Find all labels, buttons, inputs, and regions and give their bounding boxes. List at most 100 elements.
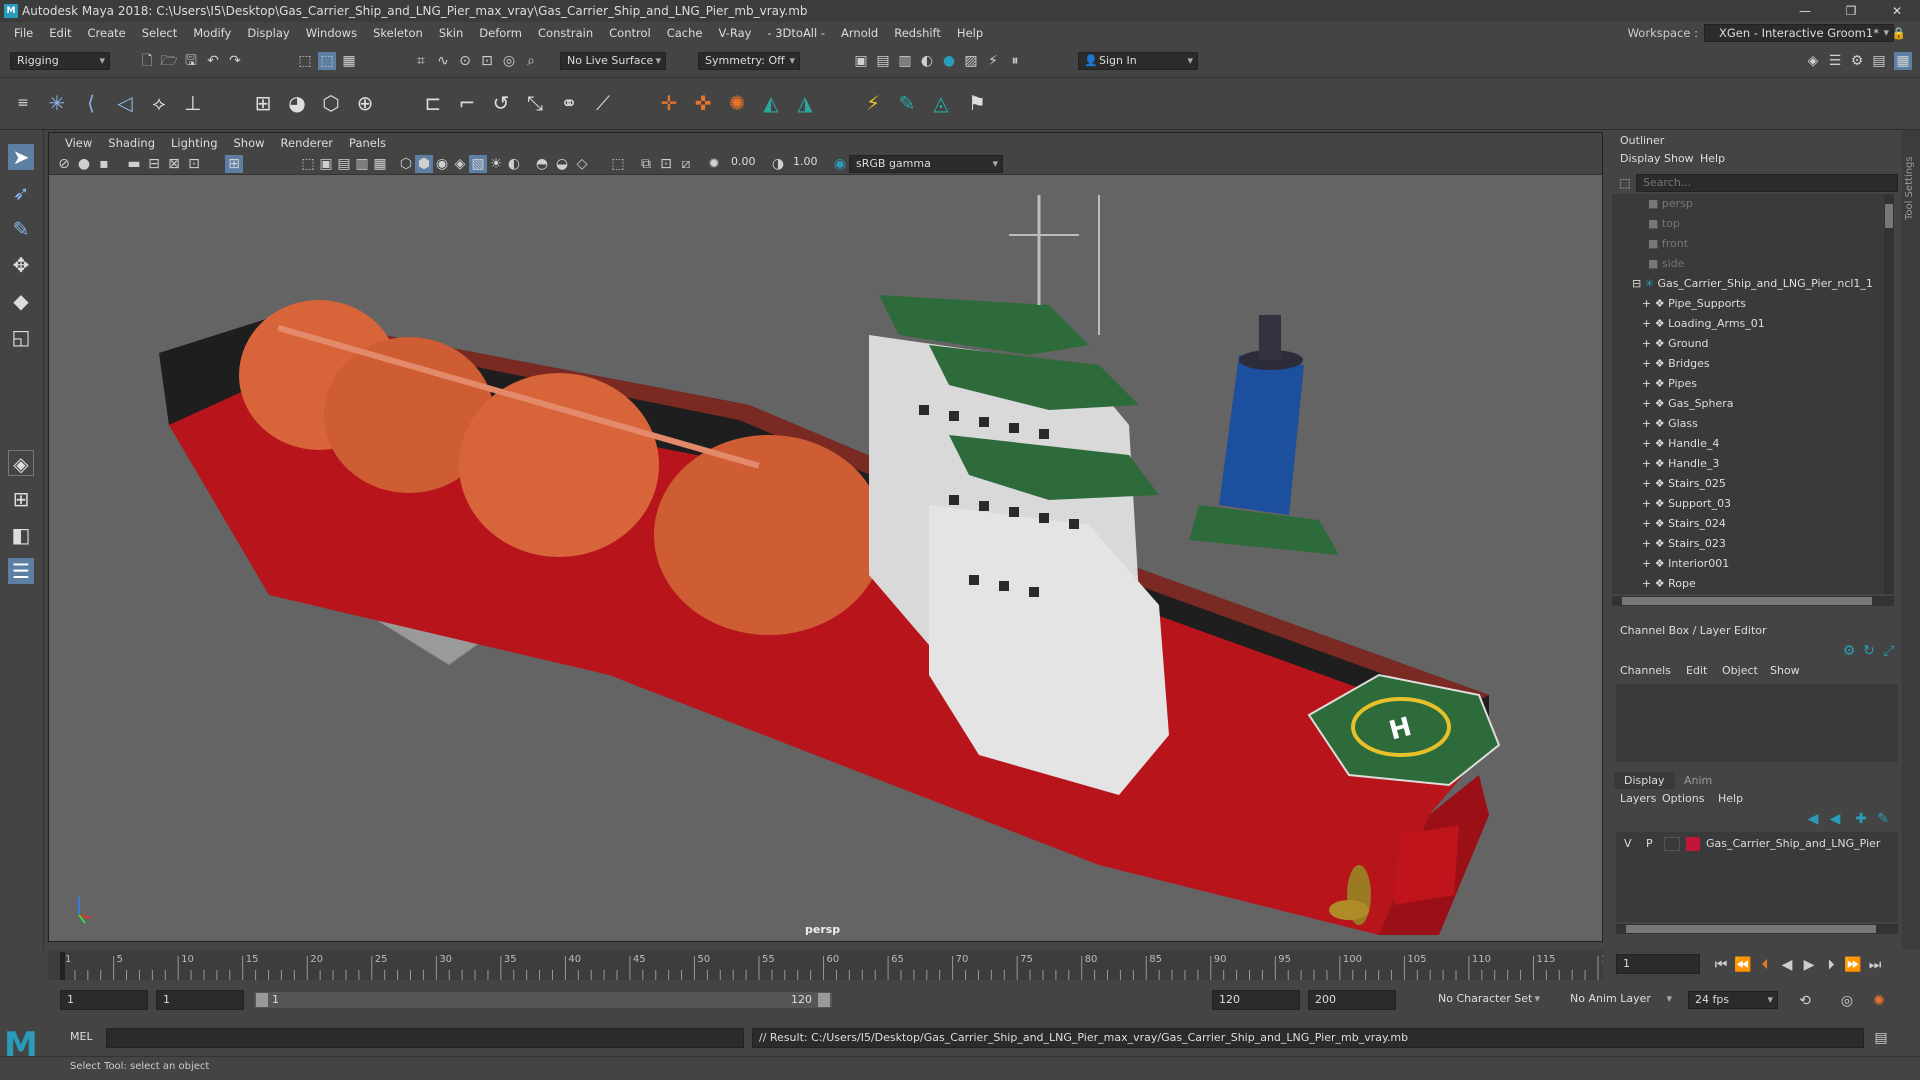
ambient-occlusion-icon[interactable]: ◐ xyxy=(505,155,523,173)
outliner-menu-display[interactable]: Display xyxy=(1620,152,1661,165)
outliner-menu-show[interactable]: Show xyxy=(1664,152,1694,165)
menu-display[interactable]: Display xyxy=(239,26,297,40)
move-layer-down-icon[interactable]: ◀ xyxy=(1826,810,1844,828)
live-surface-field[interactable]: No Live Surface xyxy=(560,52,666,70)
redo-icon[interactable]: ↷ xyxy=(226,52,244,70)
scale-constraint-icon[interactable]: ⤡ xyxy=(522,90,548,116)
outliner-item-child[interactable]: + ❖ Pipes xyxy=(1642,374,1697,394)
layer-reference-toggle[interactable] xyxy=(1664,837,1680,851)
lock-icon[interactable]: 🔒 xyxy=(1884,26,1914,40)
channel-box-refresh-icon[interactable]: ↻ xyxy=(1860,642,1878,660)
viewport-menu-panels[interactable]: Panels xyxy=(341,136,394,150)
resolution-gate-icon[interactable]: ⊟ xyxy=(145,155,163,173)
tab-anim[interactable]: Anim xyxy=(1678,772,1718,789)
outliner-item-child[interactable]: + ❖ Ground xyxy=(1642,334,1709,354)
color-management-icon[interactable]: ◉ xyxy=(831,155,849,173)
shaded-wire-icon[interactable]: ⬢ xyxy=(415,155,433,173)
outliner-item-child[interactable]: + ❖ Interior001 xyxy=(1642,554,1729,574)
paint-select-icon[interactable]: ✎ xyxy=(8,216,34,242)
layer-menu-options[interactable]: Options xyxy=(1662,792,1704,805)
viewport-menu-shading[interactable]: Shading xyxy=(100,136,163,150)
point-constraint-icon[interactable]: ⊏ xyxy=(420,90,446,116)
menu-file[interactable]: File xyxy=(6,26,41,40)
outliner-item-child[interactable]: + ❖ Pipe_Supports xyxy=(1642,294,1746,314)
layer-editor-toggle-icon[interactable]: ▦ xyxy=(1894,52,1912,70)
outliner-filter-icon[interactable]: ⬚ xyxy=(1616,174,1634,192)
outliner-item-persp[interactable]: ■ persp xyxy=(1648,194,1693,214)
modeling-toolkit-icon[interactable]: ◈ xyxy=(1804,52,1822,70)
menu-constrain[interactable]: Constrain xyxy=(530,26,601,40)
outliner-item-child[interactable]: + ❖ Stairs_024 xyxy=(1642,514,1726,534)
channel-box-menu-object[interactable]: Object xyxy=(1722,664,1758,677)
xray-joints-icon[interactable]: ⧉ xyxy=(637,155,655,173)
single-perspective-layout-icon[interactable]: ◈ xyxy=(8,450,34,476)
animation-end-field[interactable]: 200 xyxy=(1308,990,1396,1010)
xray-active-icon[interactable]: ⊡ xyxy=(657,155,675,173)
layer-horizontal-scrollbar[interactable] xyxy=(1616,924,1898,934)
muscle-icon[interactable]: ◭ xyxy=(758,90,784,116)
locator-icon[interactable]: ✛ xyxy=(656,90,682,116)
ik-handle-icon[interactable]: ⟨ xyxy=(78,90,104,116)
parent-constraint-icon[interactable]: ⚭ xyxy=(556,90,582,116)
menu-vray[interactable]: V-Ray xyxy=(710,26,759,40)
outliner-item-top[interactable]: ■ top xyxy=(1648,214,1680,234)
open-scene-icon[interactable]: 🗁 xyxy=(160,52,178,70)
new-scene-icon[interactable]: 🗋 xyxy=(138,52,156,70)
new-layer-icon[interactable]: ✚ xyxy=(1852,810,1870,828)
outliner-item-child[interactable]: + ❖ Handle_3 xyxy=(1642,454,1719,474)
select-tool-icon[interactable]: ➤ xyxy=(8,144,34,170)
snap-view-icon[interactable]: ⊡ xyxy=(478,52,496,70)
auto-key-icon[interactable]: ◎ xyxy=(1838,992,1856,1010)
hik-icon[interactable]: ✺ xyxy=(724,90,750,116)
vray-render-icon[interactable]: ⚡ xyxy=(984,52,1002,70)
ik-spline-icon[interactable]: ◁ xyxy=(112,90,138,116)
gamma-field[interactable]: 1.00 xyxy=(787,154,827,172)
step-forward-key-icon[interactable]: ⏩ xyxy=(1844,956,1862,974)
rotate-tool-icon[interactable]: ◆ xyxy=(8,288,34,314)
command-input[interactable] xyxy=(106,1028,744,1048)
persp-outliner-layout-icon[interactable]: ◧ xyxy=(8,522,34,548)
menu-create[interactable]: Create xyxy=(80,26,134,40)
script-editor-icon[interactable]: ▤ xyxy=(1872,1029,1890,1047)
outliner-layout-icon[interactable]: ☰ xyxy=(8,558,34,584)
channel-box-settings-icon[interactable]: ⚙ xyxy=(1840,642,1858,660)
current-frame-field[interactable]: 1 xyxy=(1616,954,1700,974)
menu-select[interactable]: Select xyxy=(134,26,185,40)
current-time-indicator[interactable] xyxy=(60,952,65,980)
render-settings-icon[interactable]: ▥ xyxy=(896,52,914,70)
layer-playback-toggle[interactable]: P xyxy=(1646,834,1653,854)
camera-attributes-icon[interactable]: ⊘ xyxy=(55,155,73,173)
lasso-tool-icon[interactable]: ➶ xyxy=(8,180,34,206)
menu-deform[interactable]: Deform xyxy=(471,26,530,40)
arnold-render-icon[interactable]: ▨ xyxy=(962,52,980,70)
pause-icon[interactable]: ⏸ xyxy=(1006,52,1024,70)
lights-icon[interactable]: ☀ xyxy=(487,155,505,173)
layer-row[interactable]: V P Gas_Carrier_Ship_and_LNG_Pier xyxy=(1616,834,1898,854)
cluster-icon[interactable]: ⊕ xyxy=(352,90,378,116)
anim-layer-dropdown[interactable]: No Anim Layer xyxy=(1552,991,1676,1009)
layer-visibility-toggle[interactable]: V xyxy=(1624,834,1632,854)
channel-box-menu-show[interactable]: Show xyxy=(1770,664,1800,677)
blend-shape-icon[interactable]: ⚡ xyxy=(860,90,886,116)
snap-surface-icon[interactable]: ◎ xyxy=(500,52,518,70)
channel-box-toggle-icon[interactable]: ▤ xyxy=(1870,52,1888,70)
outliner-item-child[interactable]: + ❖ Bridges xyxy=(1642,354,1710,374)
step-back-frame-icon[interactable]: ⏴ xyxy=(1756,956,1774,974)
range-slider-start-handle[interactable] xyxy=(256,993,268,1007)
grid-toggle-icon[interactable]: ⊞ xyxy=(225,155,243,173)
scale-tool-icon[interactable]: ◱ xyxy=(8,324,34,350)
menu-edit[interactable]: Edit xyxy=(41,26,79,40)
channel-box-menu-edit[interactable]: Edit xyxy=(1686,664,1707,677)
safe-action-icon[interactable]: ⊡ xyxy=(185,155,203,173)
backface-culling-icon[interactable]: ⧄ xyxy=(677,155,695,173)
play-backwards-icon[interactable]: ◀ xyxy=(1778,956,1796,974)
animation-start-field[interactable]: 1 xyxy=(60,990,148,1010)
menu-windows[interactable]: Windows xyxy=(298,26,365,40)
menu-modify[interactable]: Modify xyxy=(185,26,239,40)
layer-menu-layers[interactable]: Layers xyxy=(1620,792,1656,805)
smooth-shade-icon[interactable]: ▣ xyxy=(317,155,335,173)
snap-live-icon[interactable]: ⌕ xyxy=(522,52,540,70)
outliner-item-child[interactable]: + ❖ Stairs_025 xyxy=(1642,474,1726,494)
outliner-item-child[interactable]: + ❖ Glass xyxy=(1642,414,1698,434)
select-component-icon[interactable]: ▦ xyxy=(340,52,358,70)
